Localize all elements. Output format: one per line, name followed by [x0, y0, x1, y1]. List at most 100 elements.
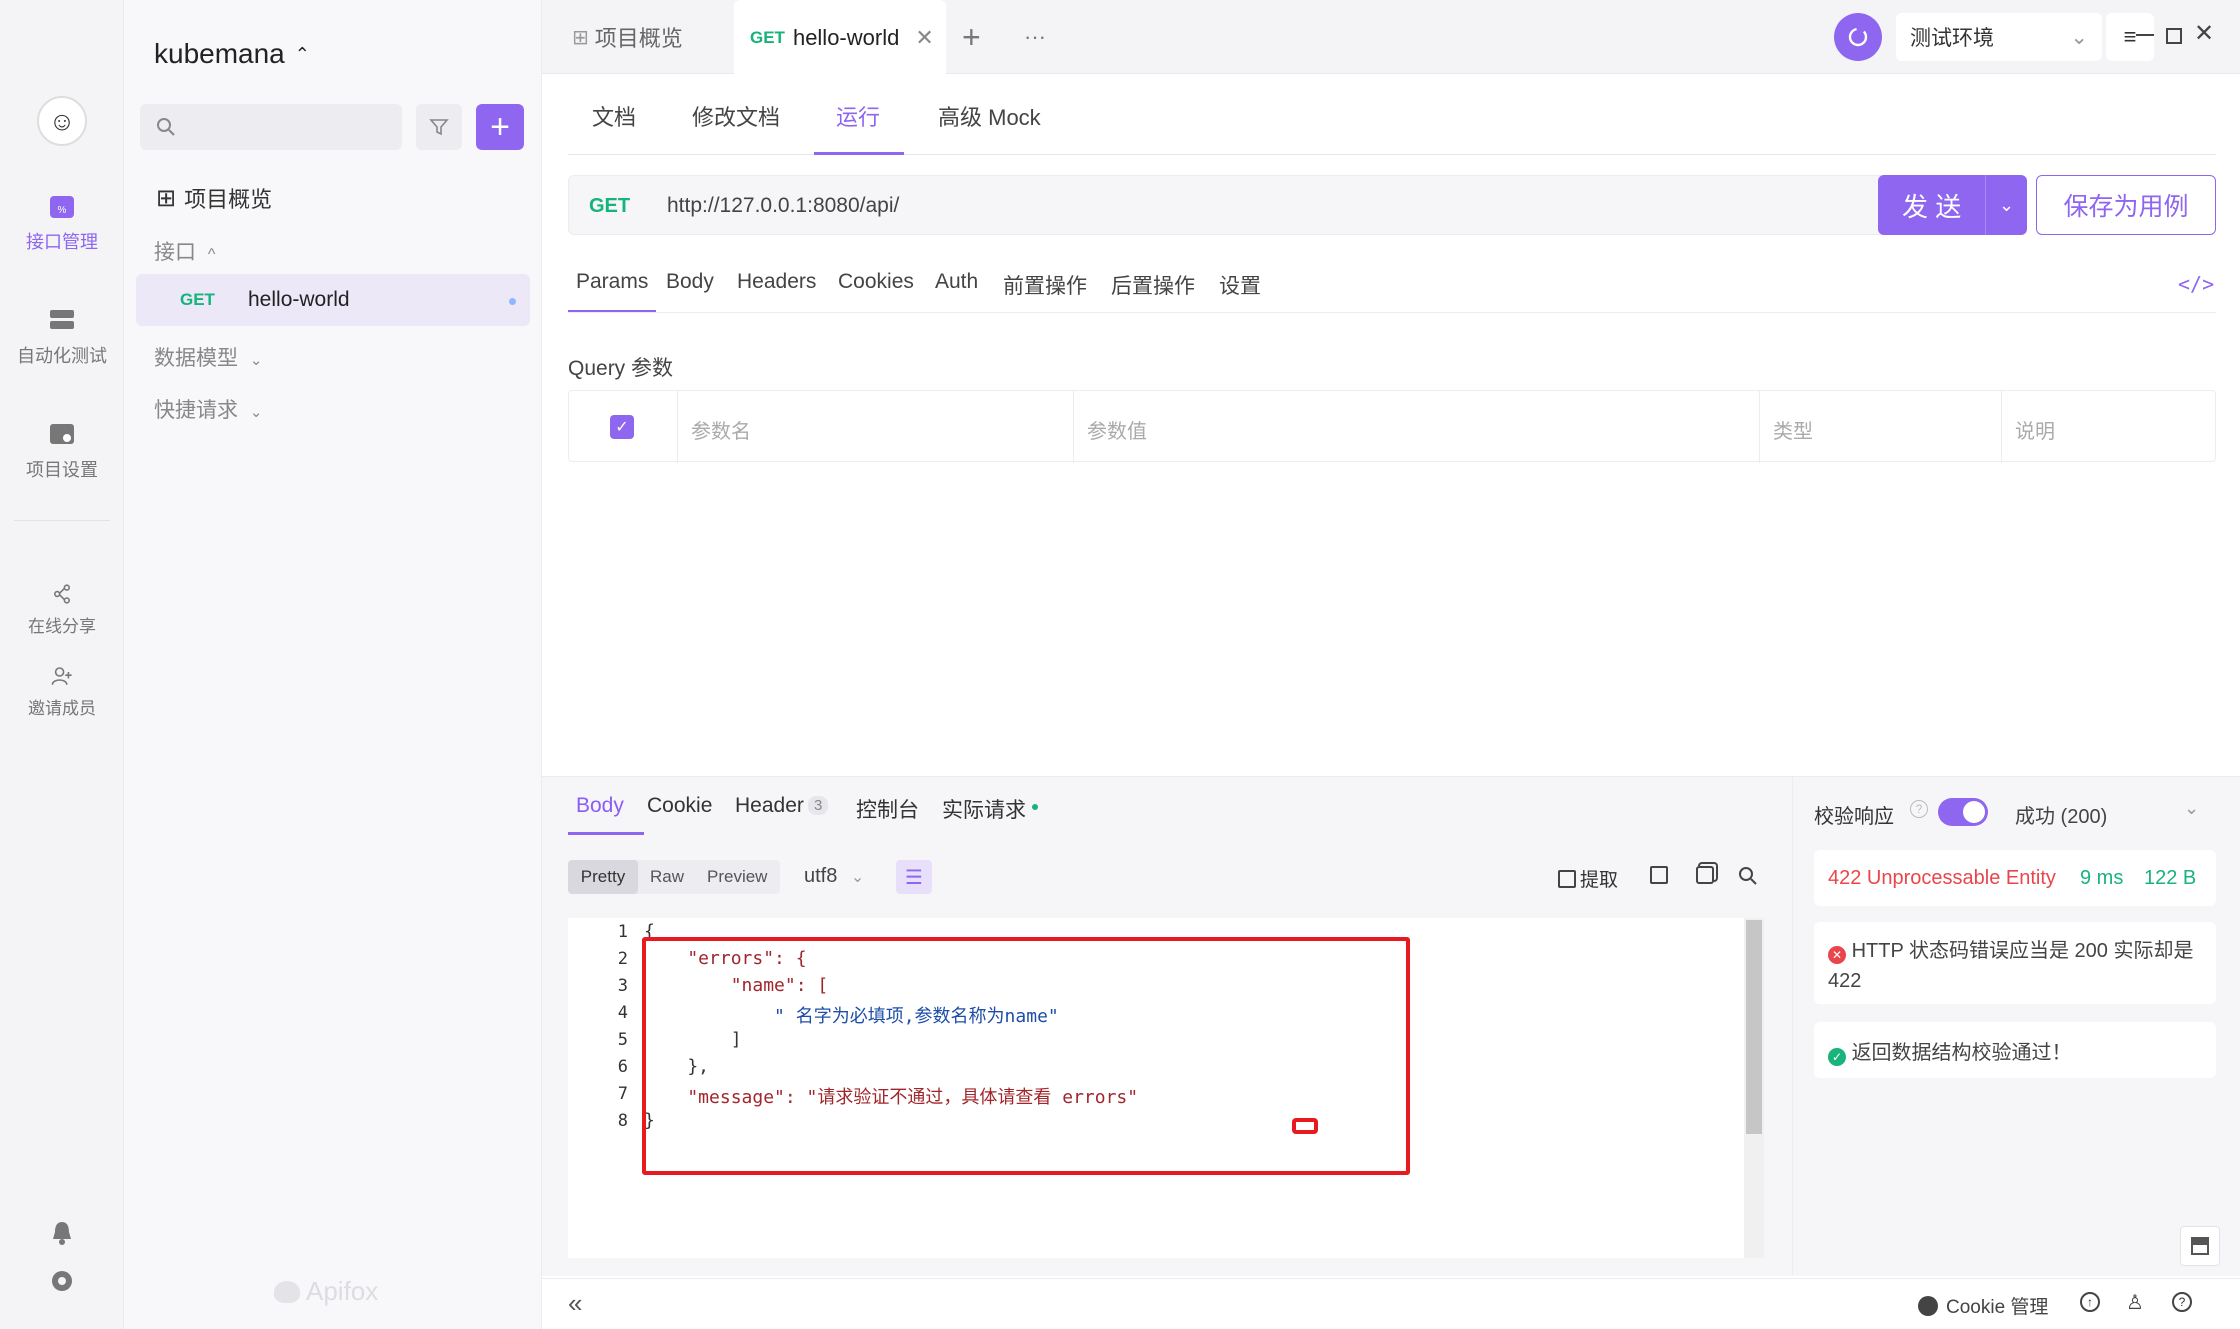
- tab-run[interactable]: 运行: [836, 100, 880, 132]
- send-button[interactable]: 发 送: [1878, 175, 1998, 235]
- env-select[interactable]: 测试环境 ⌄: [1896, 13, 2102, 61]
- help-icon[interactable]: ?: [1910, 800, 1928, 818]
- ptab-headers[interactable]: Headers: [737, 270, 816, 294]
- error-icon: ✕: [1828, 946, 1846, 964]
- avatar[interactable]: ☺: [37, 96, 87, 146]
- rail-item-invite-members[interactable]: 邀请成员: [0, 664, 124, 719]
- ptabs-divider: [568, 312, 2216, 313]
- hamburger-icon: ≡: [2123, 24, 2137, 49]
- col-param-value[interactable]: 参数值: [1087, 415, 1147, 444]
- rtab-cookie[interactable]: Cookie: [647, 794, 712, 818]
- rtab-header[interactable]: Header: [735, 794, 804, 818]
- api-name: hello-world: [248, 288, 350, 311]
- rtab-body[interactable]: Body: [576, 794, 624, 818]
- method-select[interactable]: GET: [589, 195, 630, 218]
- col-type[interactable]: 类型: [1773, 415, 1813, 444]
- help-icon[interactable]: ?: [2172, 1292, 2192, 1312]
- method-badge: GET: [750, 27, 785, 47]
- code-view-icon[interactable]: </>: [2178, 272, 2214, 296]
- ptab-pre-scripts[interactable]: 前置操作: [1003, 270, 1087, 300]
- tab-advanced-mock[interactable]: 高级 Mock: [938, 100, 1041, 132]
- rail-item-automation-test[interactable]: 自动化测试: [0, 306, 124, 368]
- search-icon[interactable]: [1738, 866, 1758, 886]
- validation-label: 校验响应: [1814, 806, 1894, 828]
- send-dropdown-button[interactable]: ⌄: [1985, 175, 2027, 235]
- tab-overview[interactable]: ⊞ 项目概览: [572, 0, 683, 74]
- actual-request-dot: [1032, 804, 1038, 810]
- ptab-body[interactable]: Body: [666, 270, 714, 294]
- tab-edit-doc[interactable]: 修改文档: [692, 100, 780, 132]
- env-menu-button[interactable]: ≡: [2106, 13, 2154, 61]
- sidebar-item-overview[interactable]: ⊞ 项目概览: [156, 182, 272, 214]
- invite-user-icon: [51, 667, 72, 686]
- rtab-console[interactable]: 控制台: [856, 794, 919, 824]
- window-maximize-icon[interactable]: [2166, 28, 2182, 44]
- format-preview[interactable]: Preview: [707, 867, 767, 887]
- window-close-icon[interactable]: ✕: [2194, 22, 2214, 46]
- sync-button[interactable]: [1834, 13, 1882, 61]
- rail-item-api-management[interactable]: % 接口管理: [0, 192, 124, 254]
- layout-icon: [2191, 1237, 2209, 1255]
- api-tree-item[interactable]: GET hello-world: [136, 274, 530, 326]
- filter-button[interactable]: [416, 104, 462, 150]
- format-raw[interactable]: Raw: [650, 867, 684, 887]
- close-icon[interactable]: ✕: [915, 25, 933, 51]
- plus-icon: +: [490, 107, 510, 146]
- window-minimize-icon[interactable]: [2136, 34, 2154, 36]
- ptab-settings[interactable]: 设置: [1219, 270, 1261, 300]
- download-icon[interactable]: [1650, 866, 1668, 884]
- env-label: 测试环境: [1910, 27, 1994, 50]
- search-input[interactable]: [140, 104, 402, 150]
- wrap-toggle[interactable]: ☰: [896, 860, 932, 894]
- sidebar-section-api[interactable]: 接口 ^: [154, 236, 215, 266]
- bell-icon[interactable]: [50, 1220, 74, 1246]
- tab-doc[interactable]: 文档: [592, 100, 636, 132]
- extract-button[interactable]: 提取: [1558, 865, 1618, 892]
- sidebar-section-models[interactable]: 数据模型 ⌄: [154, 342, 262, 372]
- ptab-auth[interactable]: Auth: [935, 270, 978, 294]
- url-bar[interactable]: GET http://127.0.0.1:8080/api/: [568, 175, 1904, 235]
- new-tab-button[interactable]: +: [962, 0, 981, 74]
- ptab-post-scripts[interactable]: 后置操作: [1111, 270, 1195, 300]
- search-icon: [157, 118, 175, 136]
- layout-toggle-button[interactable]: [2180, 1226, 2220, 1266]
- rail-item-online-share[interactable]: 在线分享: [0, 582, 124, 637]
- url-input[interactable]: http://127.0.0.1:8080/api/: [667, 194, 899, 218]
- shirt-icon[interactable]: ♙: [2126, 1290, 2144, 1315]
- sidebar-section-quick[interactable]: 快捷请求 ⌄: [154, 394, 262, 424]
- tab-hello-world[interactable]: GET hello-world ✕: [734, 0, 946, 75]
- rtab-actual-request[interactable]: 实际请求: [942, 794, 1026, 824]
- chevron-down-icon: ⌄: [2070, 25, 2088, 49]
- copy-icon[interactable]: [1696, 866, 1714, 884]
- ptab-cookies[interactable]: Cookies: [838, 270, 914, 294]
- project-switcher[interactable]: kubemana ⌃: [154, 38, 310, 70]
- select-all-checkbox[interactable]: ✓: [610, 415, 634, 439]
- query-title: Query 参数: [568, 357, 674, 380]
- status-select[interactable]: 成功 (200): [2015, 800, 2107, 829]
- format-pretty[interactable]: Pretty: [568, 860, 638, 894]
- encoding-select[interactable]: utf8 ⌄: [804, 865, 864, 888]
- brand-name: Apifox: [306, 1276, 379, 1306]
- chevron-down-icon[interactable]: ⌄: [2184, 798, 2199, 819]
- encoding-label: utf8: [804, 865, 838, 887]
- unsaved-dot: [509, 298, 516, 305]
- validation-toggle[interactable]: [1938, 798, 1988, 826]
- rail-item-project-settings[interactable]: 项目设置: [0, 420, 124, 482]
- add-button[interactable]: +: [476, 104, 524, 150]
- cookie-manager-button[interactable]: Cookie 管理: [1918, 1292, 2048, 1319]
- method-badge: GET: [180, 290, 215, 309]
- more-tabs-button[interactable]: ···: [1024, 0, 1046, 74]
- section-label: 快捷请求: [154, 399, 238, 422]
- collapse-sidebar-icon[interactable]: «: [568, 1288, 582, 1319]
- ok-card: ✓ 返回数据结构校验通过！: [1814, 1022, 2216, 1078]
- save-case-button[interactable]: 保存为用例: [2036, 175, 2216, 235]
- gear-icon[interactable]: [49, 1268, 75, 1294]
- ptab-params[interactable]: Params: [576, 270, 648, 294]
- col-desc[interactable]: 说明: [2015, 415, 2055, 444]
- query-table: ✓ 参数名 参数值 类型 说明: [568, 390, 2216, 463]
- col-param-name[interactable]: 参数名: [691, 415, 751, 444]
- editor-scrollbar-thumb[interactable]: [1746, 920, 1762, 1134]
- rail-label: 邀请成员: [28, 699, 96, 718]
- rail-divider: [14, 520, 110, 521]
- upload-icon[interactable]: ↑: [2080, 1292, 2100, 1312]
